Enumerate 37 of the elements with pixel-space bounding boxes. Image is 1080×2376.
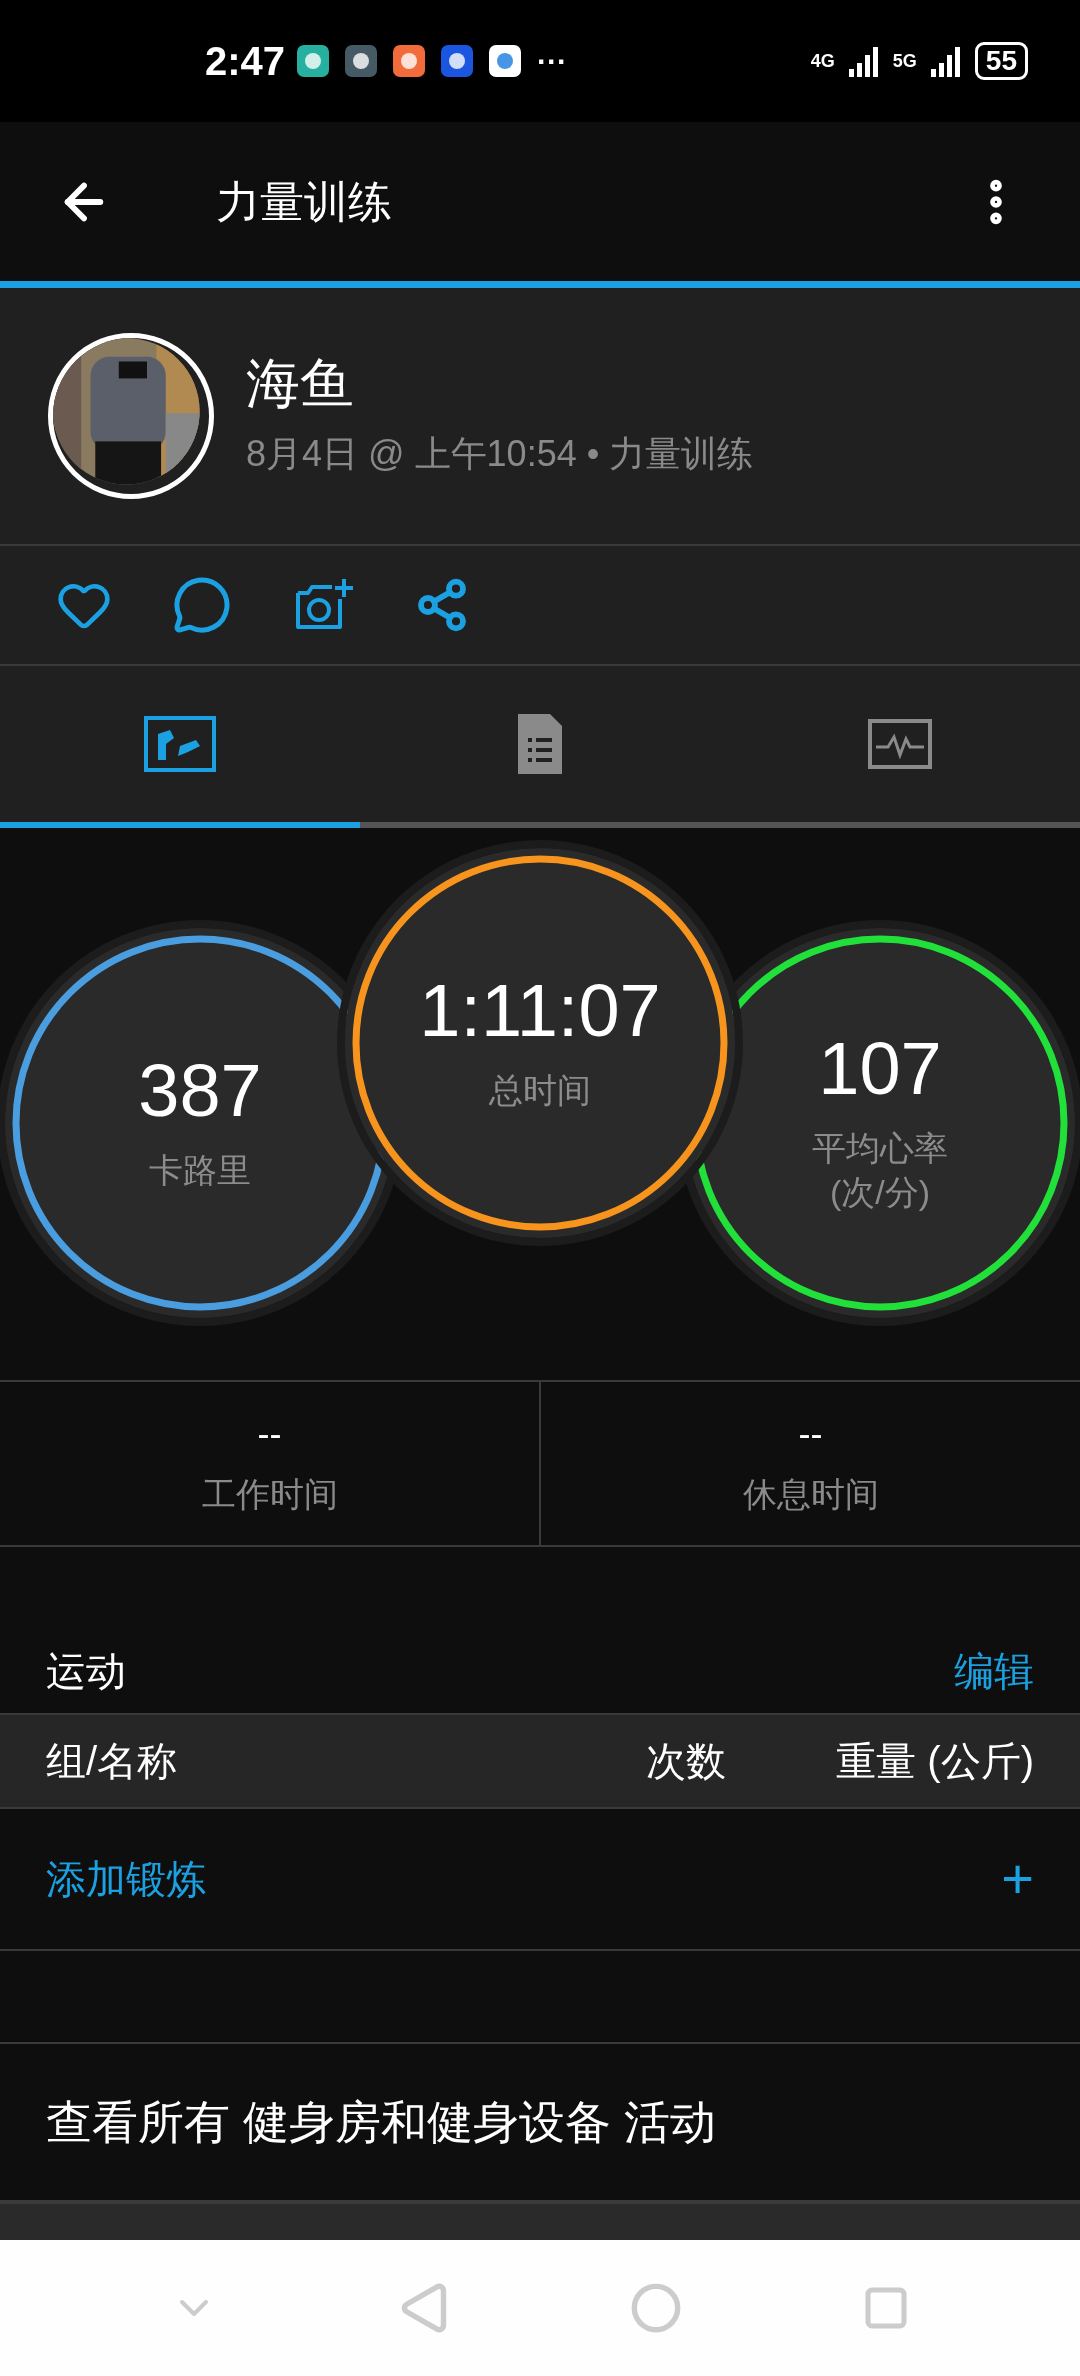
document-icon [516,712,564,776]
app-icon [441,45,474,77]
app-icon [489,45,522,77]
overview-icon [144,716,216,772]
section-title: 运动 [46,1648,126,1695]
status-time: 2:47 [205,38,286,85]
metric-label: 总时间 [489,1070,591,1111]
network-label: 5G [892,49,917,73]
app-icon [345,45,378,77]
metric-label: 卡路里 [149,1150,251,1191]
view-all-link[interactable]: 查看所有 健身房和健身设备 活动 [46,2087,716,2157]
battery-indicator: 55 [974,42,1028,80]
metric-value: 107 [818,1032,942,1106]
column-header: 重量 (公斤) [836,1738,1034,1785]
add-icon[interactable]: + [1001,1851,1034,1907]
app-icon [297,45,330,77]
user-name: 海鱼 [246,352,355,415]
column-header: 次数 [646,1738,728,1785]
more-notifications: ··· [537,43,568,80]
signal-icon [846,45,881,77]
activity-meta: 8月4日 @ 上午10:54 • 力量训练 [246,432,754,476]
stat-value: -- [798,1412,823,1456]
metric-label: 平均心率 (次/分) [812,1128,948,1213]
metric-value: 1:11:07 [419,974,661,1048]
stat-label: 休息时间 [742,1474,879,1515]
signal-icon [928,45,963,77]
stat-value: -- [257,1412,282,1456]
chart-icon [868,719,932,769]
app-icon [393,45,426,77]
comment-icon[interactable] [172,575,232,635]
edit-link[interactable]: 编辑 [954,1641,1034,1701]
metric-value: 387 [138,1054,262,1128]
add-exercise-link[interactable]: 添加锻炼 [46,1849,206,1909]
stat-label: 工作时间 [201,1474,338,1515]
column-header: 组/名称 [46,1738,179,1785]
network-label: 4G [810,49,835,73]
page-title: 力量训练 [216,175,392,228]
